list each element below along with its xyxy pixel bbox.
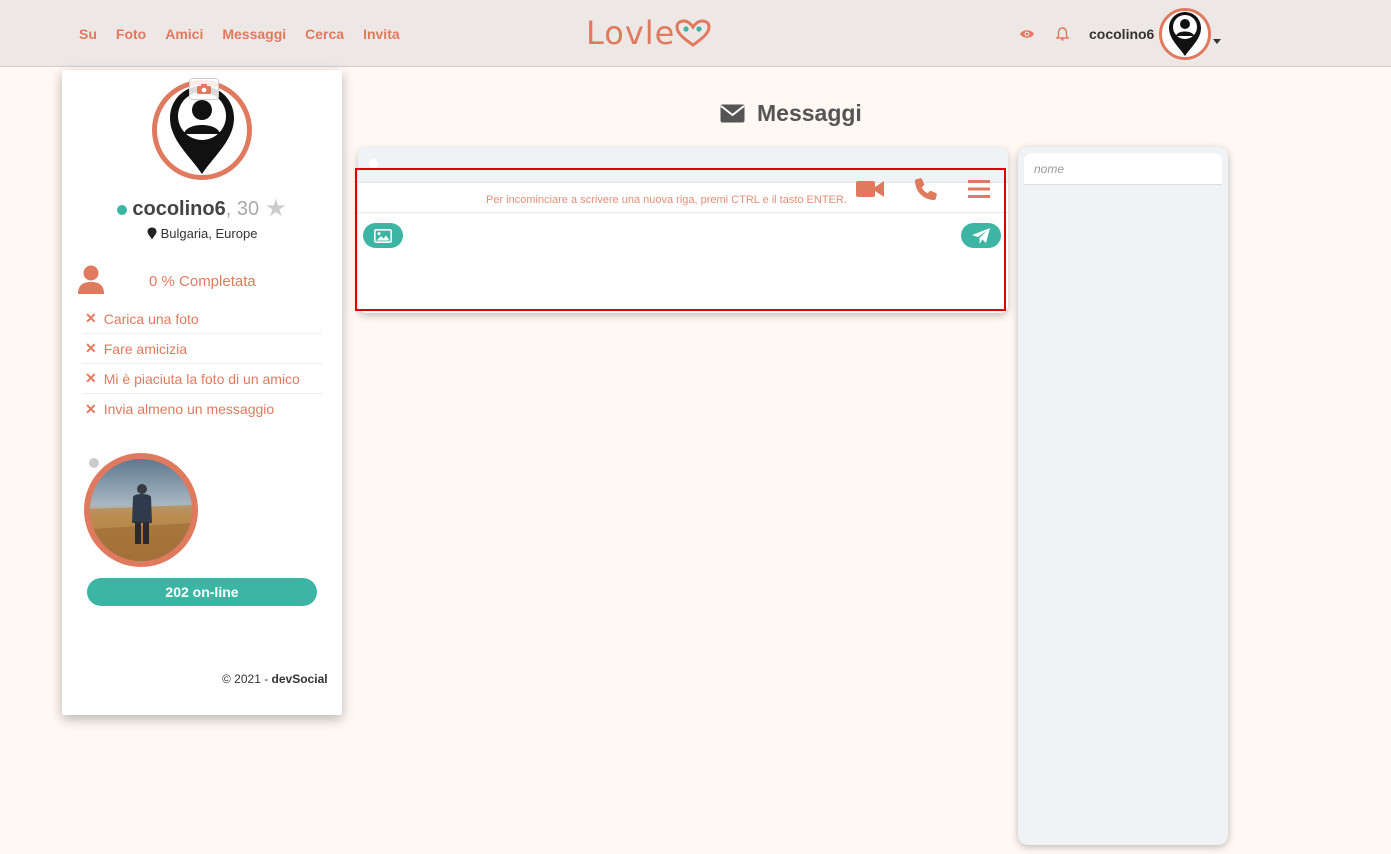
header-avatar[interactable] [1159, 8, 1212, 60]
nav-amici[interactable]: Amici [165, 26, 203, 42]
footer: © 2021 - devSocial [222, 672, 328, 686]
close-icon: ✕ [85, 400, 97, 417]
close-icon: ✕ [85, 370, 97, 386]
user-menu: cocolino6 [1018, 8, 1222, 60]
video-camera-icon[interactable] [856, 180, 884, 198]
nav-foto[interactable]: Foto [116, 26, 146, 42]
attach-image-button[interactable] [363, 223, 403, 248]
nav-su[interactable]: Su [79, 26, 97, 42]
completion-text: 0 % Completata [149, 273, 256, 290]
paper-plane-icon [972, 227, 990, 244]
camera-icon [197, 84, 211, 94]
main-nav: Su Foto Amici Messaggi Cerca Invita [79, 26, 400, 42]
task-label: Fare amicizia [103, 340, 187, 357]
chat-actions [856, 177, 990, 201]
page-title-text: Messaggi [757, 100, 862, 126]
close-icon: ✕ [85, 340, 97, 356]
header-username[interactable]: cocolino6 [1089, 26, 1154, 42]
map-marker-icon [147, 227, 157, 240]
close-icon: ✕ [85, 310, 97, 326]
location-text: Bulgaria, Europe [160, 226, 258, 241]
page-title: Messaggi [720, 100, 862, 127]
user-pin-avatar-icon [1169, 12, 1202, 56]
offline-status-dot [89, 458, 99, 468]
task-item[interactable]: ✕ Mi è piaciuta la foto di un amico [82, 364, 322, 394]
online-status-dot [117, 204, 128, 215]
task-item[interactable]: ✕ Carica una foto [82, 304, 322, 334]
footer-copyright: © 2021 - [222, 672, 272, 686]
profile-location: Bulgaria, Europe [62, 226, 342, 241]
contacts-sidebar [1018, 147, 1228, 845]
logo[interactable]: Lovle [586, 14, 711, 52]
chat-status-dot [369, 159, 378, 168]
menu-icon[interactable] [968, 180, 990, 198]
landscape-photo [90, 459, 192, 561]
logo-text: Lovle [586, 14, 676, 52]
profile-name: cocolino6 [132, 198, 226, 220]
top-navbar: Su Foto Amici Messaggi Cerca Invita Lovl… [0, 0, 1391, 67]
heart-pin-logo-icon [675, 19, 711, 47]
nav-invita[interactable]: Invita [363, 26, 400, 42]
task-item[interactable]: ✕ Fare amicizia [82, 334, 322, 364]
change-photo-button[interactable] [189, 78, 219, 100]
bell-icon[interactable] [1053, 25, 1071, 43]
nav-cerca[interactable]: Cerca [305, 26, 344, 42]
nav-messaggi[interactable]: Messaggi [222, 26, 286, 42]
profile-name-row: cocolino6, 30 ★ [62, 194, 342, 223]
star-icon[interactable]: ★ [265, 195, 287, 222]
profile-card: cocolino6, 30 ★ Bulgaria, Europe 0 % Comp… [62, 70, 342, 715]
user-icon [78, 265, 104, 294]
chat-panel: Per incominciare a scrivere una nuova ri… [358, 147, 1008, 313]
phone-icon[interactable] [914, 177, 938, 201]
image-icon [374, 228, 392, 243]
task-item[interactable]: ✕ Invia almeno un messaggio [82, 394, 322, 424]
online-users-photo[interactable] [84, 453, 198, 567]
envelope-icon [720, 104, 745, 123]
contact-search-input[interactable] [1024, 153, 1222, 185]
eye-icon[interactable] [1018, 25, 1036, 43]
task-label: Mi è piaciuta la foto di un amico [103, 370, 300, 387]
profile-age: , 30 [225, 198, 260, 220]
chevron-down-icon[interactable] [1213, 38, 1222, 44]
profile-completion: 0 % Completata [77, 265, 327, 295]
footer-brand[interactable]: devSocial [272, 672, 328, 686]
task-label: Invia almeno un messaggio [103, 401, 275, 417]
send-button[interactable] [961, 223, 1001, 248]
message-hint: Per incominciare a scrivere una nuova ri… [486, 194, 847, 206]
online-users-button[interactable]: 202 on-line [87, 578, 317, 606]
profile-task-list: ✕ Carica una foto ✕ Fare amicizia ✕ Mi è pi… [82, 304, 322, 424]
task-label: Carica una foto [103, 310, 199, 327]
